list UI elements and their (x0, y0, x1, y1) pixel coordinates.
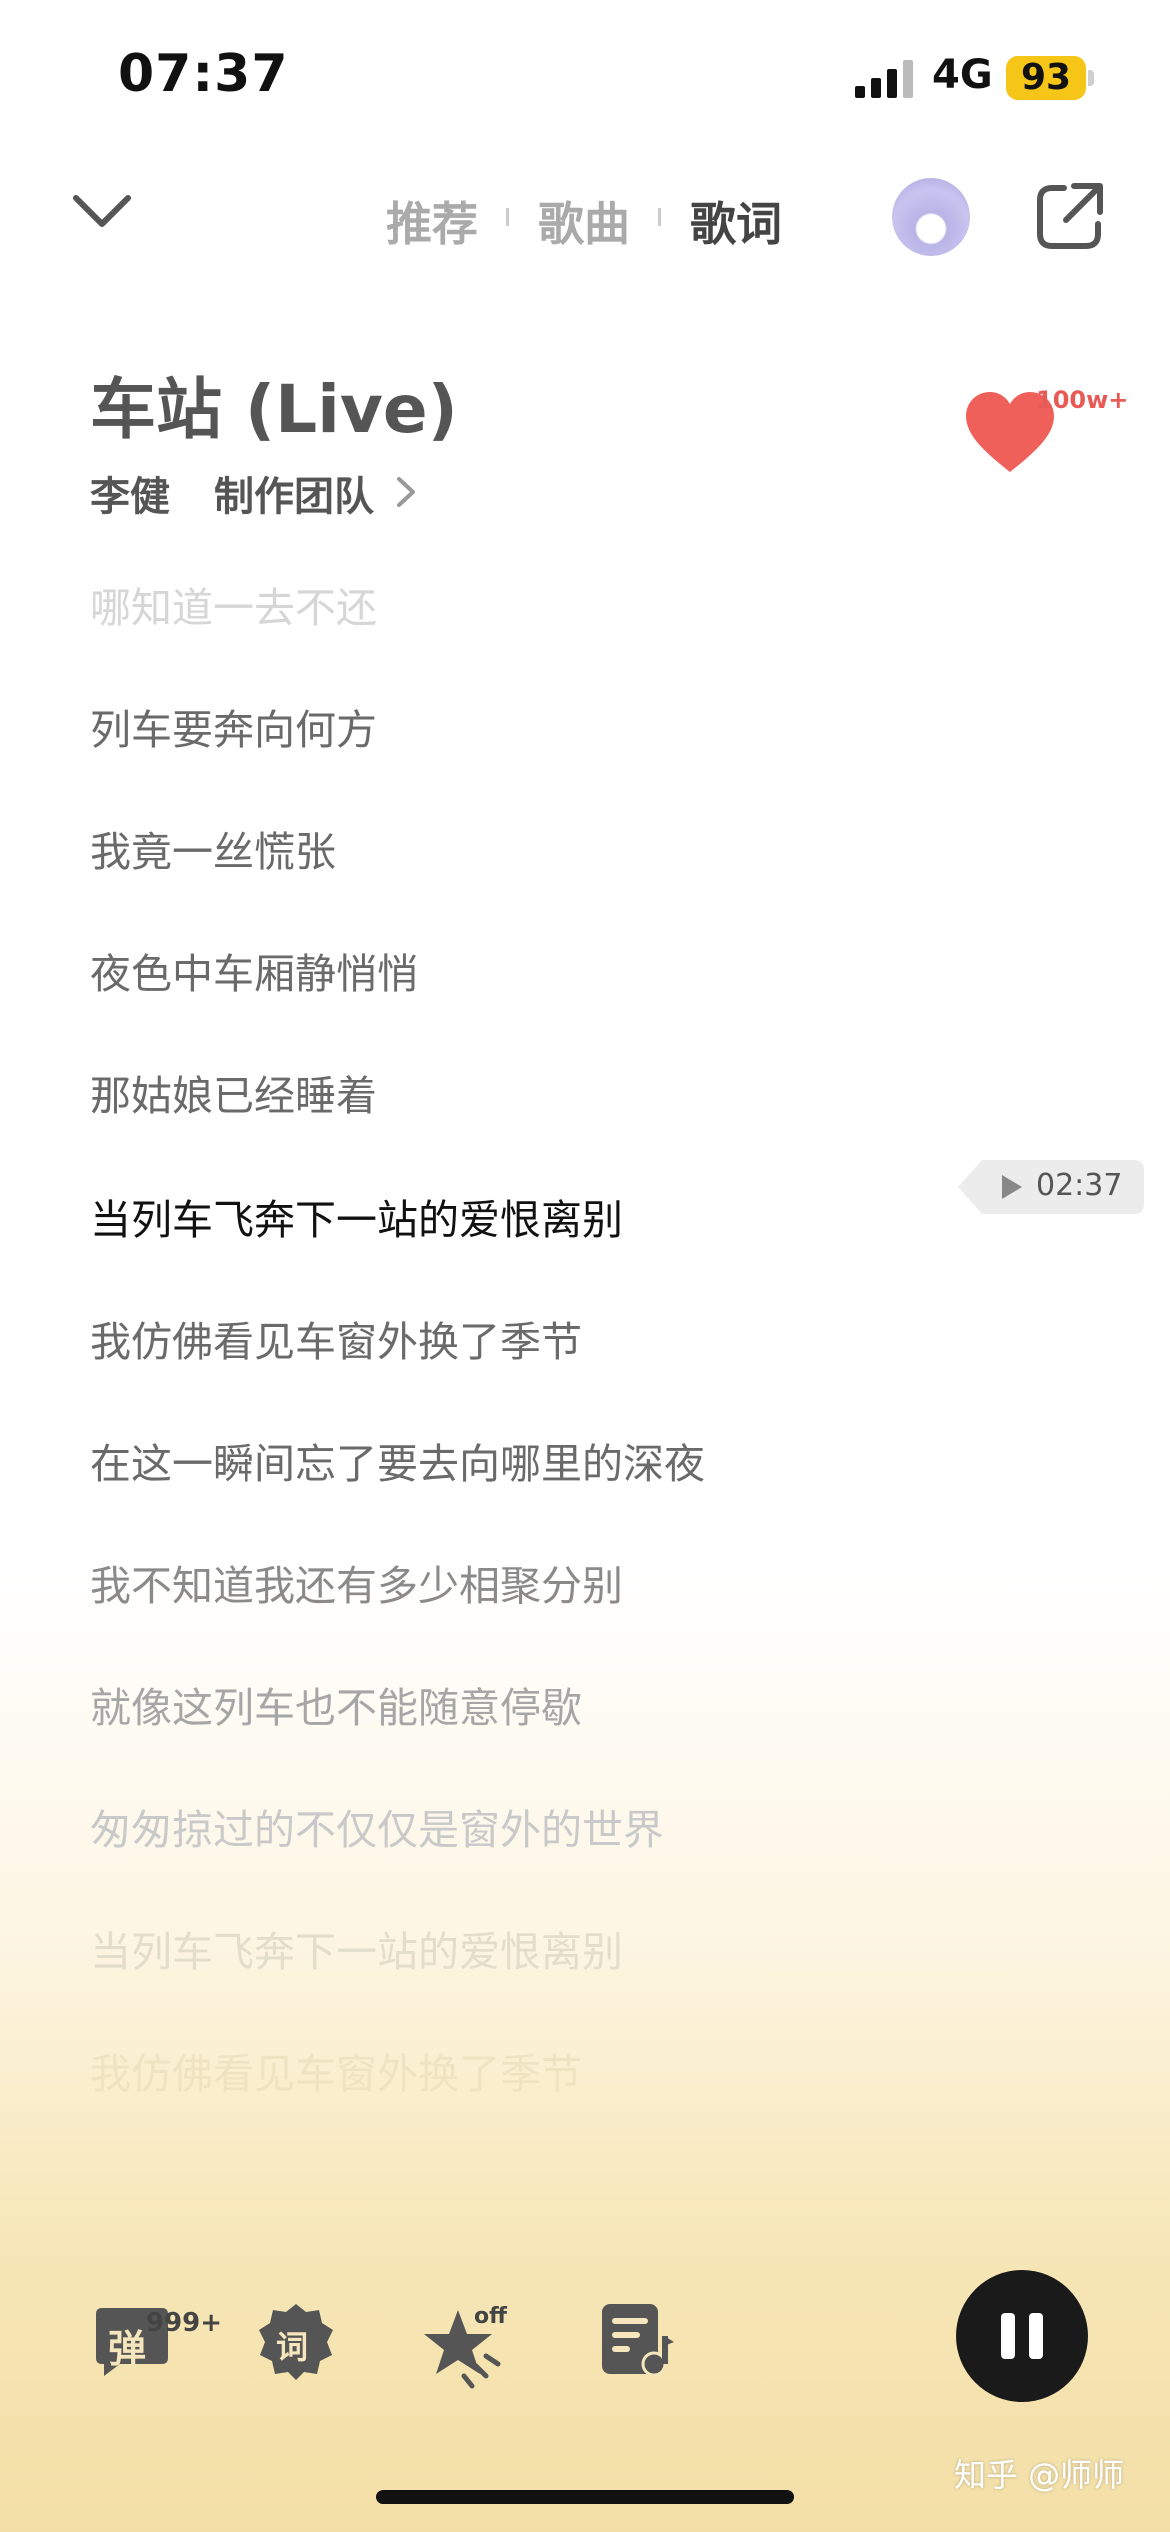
avatar[interactable] (892, 178, 970, 256)
lyric-line[interactable]: 列车要奔向何方 (90, 696, 377, 756)
play-triangle-icon (1002, 1175, 1022, 1199)
collapse-chevron-down-icon[interactable] (70, 190, 134, 234)
credits-link[interactable]: 制作团队 (214, 464, 374, 522)
danmaku-label: 弹 (108, 2327, 147, 2371)
home-indicator[interactable] (376, 2490, 794, 2504)
seek-time-label: 02:37 (1036, 1168, 1123, 1203)
lyric-line[interactable]: 就像这列车也不能随意停歇 (90, 1674, 582, 1734)
share-icon[interactable] (1034, 180, 1106, 252)
lyric-line[interactable]: 在这一瞬间忘了要去向哪里的深夜 (90, 1430, 705, 1490)
playlist-note-icon[interactable] (596, 2300, 676, 2380)
tab-recommend[interactable]: 推荐 (386, 188, 478, 254)
tab-lyrics[interactable]: 歌词 (690, 188, 782, 254)
tab-separator (658, 208, 661, 226)
tab-song[interactable]: 歌曲 (538, 188, 630, 254)
pause-icon (1001, 2313, 1015, 2359)
signal-icon (855, 60, 913, 98)
lyric-line-current[interactable]: 当列车飞奔下一站的爱恨离别 (90, 1186, 623, 1246)
battery-cap (1088, 70, 1094, 86)
lyric-line[interactable]: 夜色中车厢静悄悄 (90, 940, 418, 1000)
like-count: 100w+ (1036, 386, 1129, 414)
lyric-line[interactable]: 我仿佛看见车窗外换了季节 (90, 1308, 582, 1368)
chevron-right-icon (397, 477, 415, 507)
network-type: 4G (932, 52, 993, 98)
star-off-badge: off (474, 2304, 507, 2329)
watermark: 知乎 @师师 (954, 2456, 1125, 2494)
lyric-line[interactable]: 我竟一丝慌张 (90, 818, 336, 878)
lyric-line[interactable]: 我不知道我还有多少相聚分别 (90, 1552, 623, 1612)
lyric-line[interactable]: 那姑娘已经睡着 (90, 1062, 377, 1122)
tab-separator (506, 208, 509, 226)
battery-level: 93 (1006, 56, 1086, 100)
pause-icon (1029, 2313, 1043, 2359)
lyric-effect-label: 词 (276, 2328, 309, 2366)
lyric-line[interactable]: 匆匆掠过的不仅仅是窗外的世界 (90, 1796, 664, 1856)
lyric-line[interactable]: 我仿佛看见车窗外换了季节 (90, 2040, 582, 2100)
danmaku-count-badge: 999+ (146, 2308, 223, 2338)
artist-name[interactable]: 李健 (90, 464, 170, 522)
lyric-line[interactable]: 哪知道一去不还 (90, 574, 377, 634)
status-time: 07:37 (118, 44, 289, 104)
song-title: 车站 (Live) (90, 371, 458, 448)
pause-button[interactable] (956, 2270, 1088, 2402)
lyric-line[interactable]: 当列车飞奔下一站的爱恨离别 (90, 1918, 623, 1978)
